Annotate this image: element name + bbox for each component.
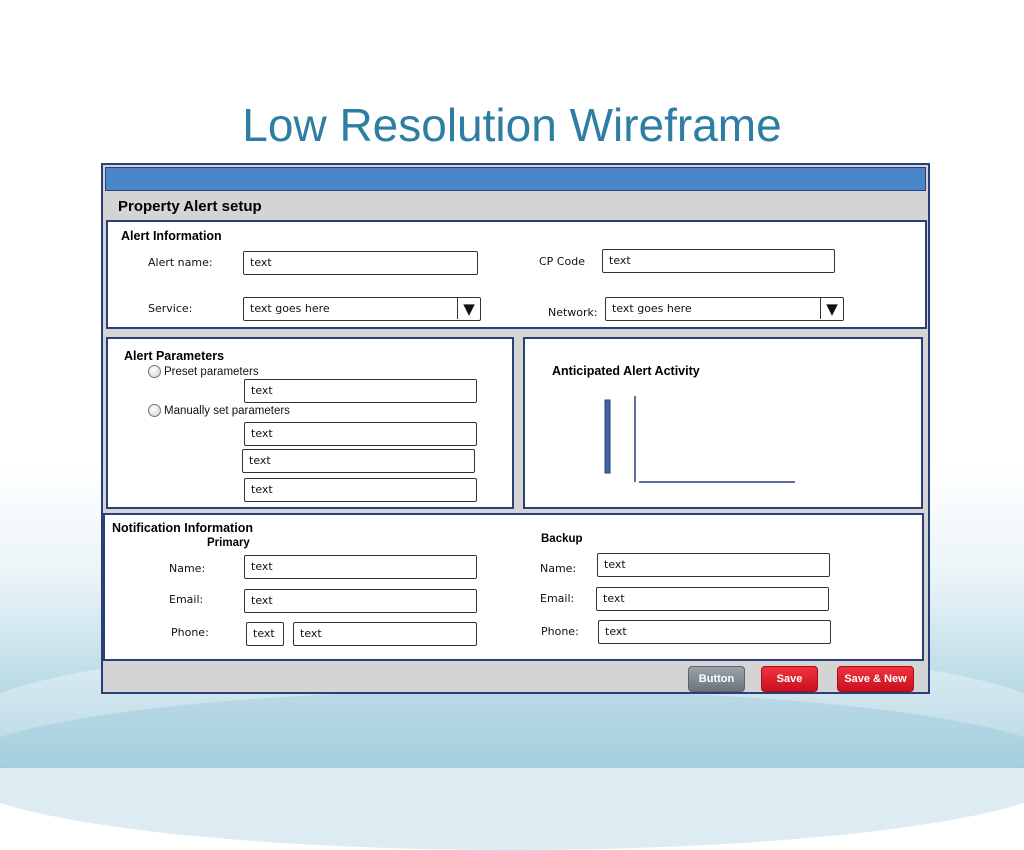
manual-parameters-label: Manually set parameters	[164, 405, 290, 417]
network-select[interactable]: text goes here ▼	[605, 297, 844, 321]
window-title-bar	[105, 167, 926, 191]
cp-code-field[interactable]: text	[602, 249, 835, 273]
primary-name-label: Name:	[169, 562, 206, 575]
backup-name-label: Name:	[540, 562, 577, 575]
save-and-new-button[interactable]: Save & New	[837, 666, 914, 692]
save-button[interactable]: Save	[761, 666, 818, 692]
primary-phone-field-2[interactable]: text	[293, 622, 477, 646]
service-select-value: text goes here	[250, 302, 330, 315]
backup-email-label: Email:	[540, 592, 575, 605]
radio-button-icon[interactable]	[148, 404, 161, 417]
anticipated-alert-activity-panel: Anticipated Alert Activity	[523, 337, 923, 509]
backup-name-field[interactable]: text	[597, 553, 830, 577]
dropdown-triangle-icon[interactable]: ▼	[820, 298, 843, 319]
backup-email-field[interactable]: text	[596, 587, 829, 611]
network-select-value: text goes here	[612, 302, 692, 315]
service-select[interactable]: text goes here ▼	[243, 297, 481, 321]
alert-parameters-panel: Alert Parameters Preset parameters text …	[106, 337, 514, 509]
cp-code-label: CP Code	[539, 255, 585, 268]
alert-name-field[interactable]: text	[243, 251, 478, 275]
alert-name-label: Alert name:	[148, 256, 213, 269]
form-title: Property Alert setup	[118, 198, 262, 215]
backup-heading: Backup	[541, 533, 583, 545]
manual-parameter-field-2[interactable]: text	[242, 449, 475, 473]
primary-email-field[interactable]: text	[244, 589, 477, 613]
primary-phone-label: Phone:	[171, 626, 209, 639]
notification-information-heading: Notification Information	[112, 521, 253, 535]
alert-information-heading: Alert Information	[121, 229, 222, 243]
backup-phone-label: Phone:	[541, 625, 579, 638]
preset-parameters-label: Preset parameters	[164, 366, 259, 378]
alert-information-panel: Alert Information Alert name: text CP Co…	[106, 220, 927, 329]
alert-parameters-heading: Alert Parameters	[124, 349, 225, 363]
network-label: Network:	[548, 306, 598, 319]
dropdown-triangle-icon[interactable]: ▼	[457, 298, 480, 319]
slide-title: Low Resolution Wireframe	[242, 99, 782, 151]
manual-parameter-field-1[interactable]: text	[244, 422, 477, 446]
primary-email-label: Email:	[169, 593, 204, 606]
radio-button-icon[interactable]	[148, 365, 161, 378]
background-wave	[0, 690, 1024, 850]
primary-heading: Primary	[207, 537, 250, 549]
activity-chart-placeholder	[604, 396, 795, 483]
primary-name-field[interactable]: text	[244, 555, 477, 579]
wireframe-window: Property Alert setup Alert Information A…	[101, 163, 930, 694]
notification-information-panel: Notification Information Primary Name: t…	[103, 513, 924, 661]
primary-phone-field-1[interactable]: text	[246, 622, 284, 646]
chart-bar-placeholder	[604, 399, 611, 474]
generic-button[interactable]: Button	[688, 666, 745, 692]
preset-parameters-field[interactable]: text	[244, 379, 477, 403]
service-label: Service:	[148, 302, 193, 315]
manual-parameter-field-3[interactable]: text	[244, 478, 477, 502]
backup-phone-field[interactable]: text	[598, 620, 831, 644]
